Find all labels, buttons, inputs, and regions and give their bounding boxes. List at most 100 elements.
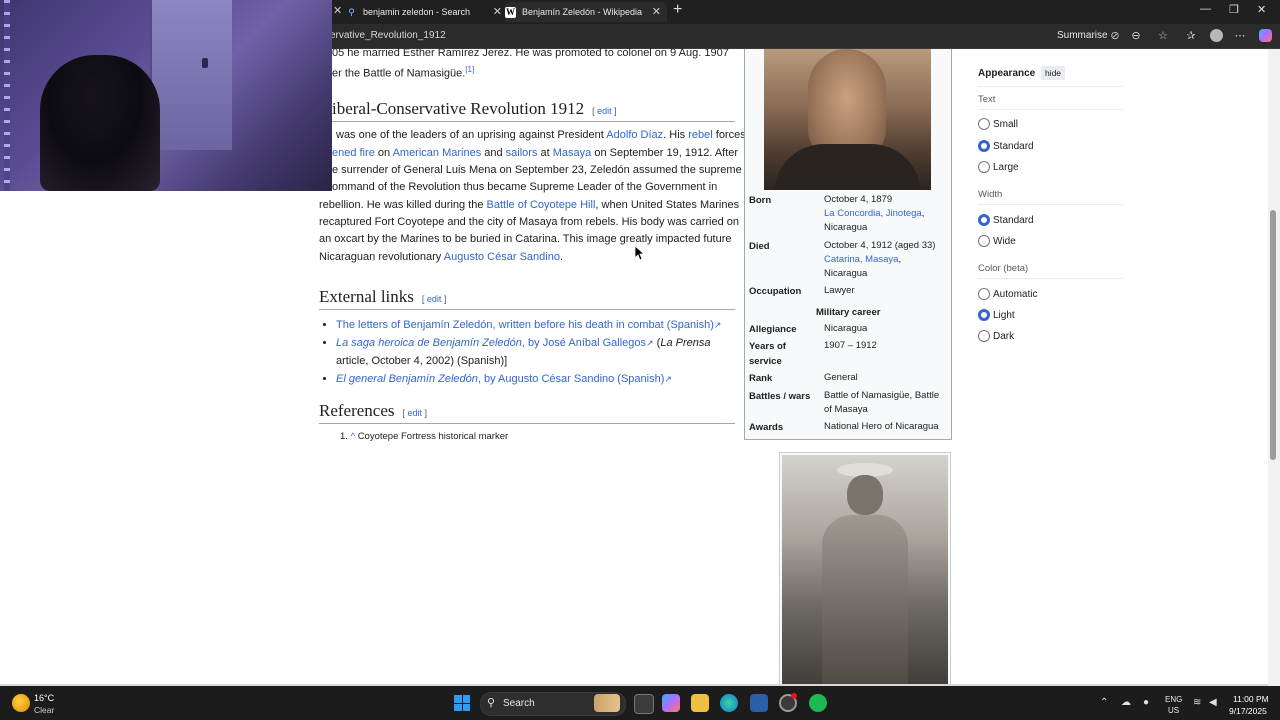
edit-section-link[interactable]: [ edit ]: [592, 106, 617, 116]
edge-browser-icon[interactable]: [720, 694, 738, 712]
profile-avatar-icon[interactable]: [1208, 27, 1224, 43]
radio-width-wide[interactable]: [978, 235, 990, 247]
link-opened-fire[interactable]: ened fire: [332, 147, 375, 159]
radio-width-standard[interactable]: [978, 214, 990, 226]
text: .: [559, 251, 563, 263]
show-hidden-icons-icon[interactable]: ⌃: [1100, 697, 1108, 708]
onedrive-icon[interactable]: ☁: [1121, 697, 1131, 708]
link-catarina-masaya[interactable]: Catarina, Masaya: [824, 254, 898, 265]
clock-time[interactable]: 11:00 PM: [1233, 694, 1269, 704]
divider: [978, 109, 1124, 110]
language-region[interactable]: US: [1168, 706, 1179, 715]
link-sailors[interactable]: sailors: [506, 147, 538, 159]
external-link-icon: ↗: [664, 374, 672, 384]
link-lawyer[interactable]: Lawyer: [824, 284, 855, 299]
close-tab-icon[interactable]: ✕: [493, 5, 502, 18]
tab-wikipedia[interactable]: W Benjamín Zeledón - Wikipedia ✕: [505, 2, 667, 22]
link-masaya[interactable]: Masaya: [553, 147, 592, 159]
radio-label: Dark: [993, 331, 1015, 342]
text: recaptured Fort Coyotepe and the city of…: [319, 216, 740, 228]
external-link[interactable]: El general Benjamín Zeledón: [336, 373, 478, 385]
close-window-icon[interactable]: ✕: [1257, 3, 1266, 16]
read-aloud-icon[interactable]: ⊘: [1107, 27, 1123, 43]
favorite-star-icon[interactable]: ☆: [1155, 27, 1171, 43]
appearance-title: Appearance: [978, 68, 1036, 79]
text: Nicaraguan revolutionary: [319, 251, 444, 263]
link-american-marines[interactable]: American Marines: [393, 147, 482, 159]
mouse-cursor-icon: [635, 246, 645, 261]
external-links-list: The letters of Benjamín Zeledón, written…: [319, 316, 746, 388]
portrait-image[interactable]: [764, 49, 931, 190]
copilot-icon[interactable]: [1257, 27, 1273, 43]
weather-description[interactable]: Clear: [34, 705, 54, 715]
clock-date[interactable]: 9/17/2025: [1229, 706, 1267, 716]
intro-line: er the Battle of Namasigüe.[1]: [332, 61, 474, 83]
external-link[interactable]: , by José Aníbal Gallegos: [522, 337, 646, 349]
infobox-label: Died: [749, 241, 770, 252]
link-rebel[interactable]: rebel: [688, 129, 712, 141]
reference-link[interactable]: [1]: [465, 65, 474, 74]
microsoft-store-icon[interactable]: [750, 694, 768, 712]
text: on September 19, 1912. After: [591, 147, 739, 159]
edit-label[interactable]: edit: [597, 106, 612, 116]
led-lights: [4, 0, 10, 191]
start-button[interactable]: [454, 695, 470, 711]
summarise-button[interactable]: Summarise: [1057, 30, 1108, 41]
radio-color-dark[interactable]: [978, 330, 990, 342]
edit-label[interactable]: edit: [408, 408, 423, 418]
reference-backlink[interactable]: ^: [351, 431, 355, 442]
photo-thumbnail[interactable]: [779, 452, 951, 694]
reference-item: 1. ^ Coyotepe Fortress historical marker: [340, 428, 508, 445]
taskbar-search-label[interactable]: Search: [503, 698, 535, 709]
microphone-icon[interactable]: ●: [1143, 697, 1149, 708]
menu-dots-icon[interactable]: ⋯: [1232, 27, 1248, 43]
section-divider: [332, 121, 735, 122]
tab-search[interactable]: ⚲ benjamin zeledon - Search ✕: [346, 2, 508, 22]
edit-section-link[interactable]: [ edit ]: [403, 408, 428, 418]
link-la-concordia[interactable]: La Concordia, Jinotega: [824, 208, 922, 219]
external-link[interactable]: , by Augusto César Sandino (Spanish): [478, 373, 665, 385]
paragraph-line: Nicaraguan revolutionary Augusto César S…: [319, 249, 563, 266]
infobox-value: October 4, 1879: [824, 194, 893, 205]
weather-temperature[interactable]: 16°C: [34, 693, 54, 703]
minimize-icon[interactable]: —: [1200, 3, 1211, 15]
external-link[interactable]: La saga heroica de Benjamín Zeledón: [336, 337, 522, 349]
new-tab-button[interactable]: +: [673, 1, 682, 19]
external-link-icon: ↗: [646, 338, 654, 348]
link-battle-of-coyotepe-hill[interactable]: Battle of Coyotepe Hill: [487, 199, 596, 211]
file-explorer-icon[interactable]: [691, 694, 709, 712]
radio-text-large[interactable]: [978, 161, 990, 173]
hide-button[interactable]: hide: [1041, 66, 1065, 80]
close-tab-icon[interactable]: ✕: [652, 5, 661, 18]
wifi-icon[interactable]: ≋: [1193, 697, 1201, 708]
link-general[interactable]: General: [824, 371, 858, 386]
favorites-icon[interactable]: ✰: [1183, 27, 1199, 43]
more-tools-icon[interactable]: ⊖: [1128, 27, 1144, 43]
color-header: Color (beta): [978, 263, 1029, 274]
weather-icon[interactable]: [12, 694, 30, 712]
link-nicaragua[interactable]: Nicaragua: [824, 322, 867, 337]
volume-icon[interactable]: ◀: [1209, 697, 1217, 708]
edit-section-link[interactable]: [ edit ]: [422, 294, 447, 304]
edit-label[interactable]: edit: [427, 294, 442, 304]
external-link[interactable]: The letters of Benjamín Zeledón, written…: [336, 319, 714, 331]
language-indicator[interactable]: ENG: [1165, 695, 1182, 704]
link-augusto-cesar-sandino[interactable]: Augusto César Sandino: [444, 251, 560, 263]
radio-color-light[interactable]: [978, 309, 990, 321]
scrollbar-thumb[interactable]: [1270, 210, 1276, 460]
url-text[interactable]: ervative_Revolution_1912: [330, 30, 446, 41]
radio-color-automatic[interactable]: [978, 288, 990, 300]
restore-icon[interactable]: ❐: [1229, 3, 1239, 16]
task-view-icon[interactable]: [634, 694, 654, 714]
intro-text: er the Battle of Namasigüe.: [332, 67, 466, 80]
link-adolfo-diaz[interactable]: Adolfo Díaz: [606, 129, 663, 141]
radio-text-standard[interactable]: [978, 140, 990, 152]
infobox-label: Years of: [749, 341, 786, 352]
search-icon: ⚲: [348, 6, 355, 17]
copilot-icon[interactable]: [662, 694, 680, 712]
spotify-icon[interactable]: [809, 694, 827, 712]
text: ommand of the Revolution thus became Sup…: [332, 181, 718, 193]
radio-text-small[interactable]: [978, 118, 990, 130]
text: an oxcart by the Marines to be buried in…: [319, 233, 732, 245]
close-tab-icon[interactable]: ✕: [333, 4, 342, 17]
